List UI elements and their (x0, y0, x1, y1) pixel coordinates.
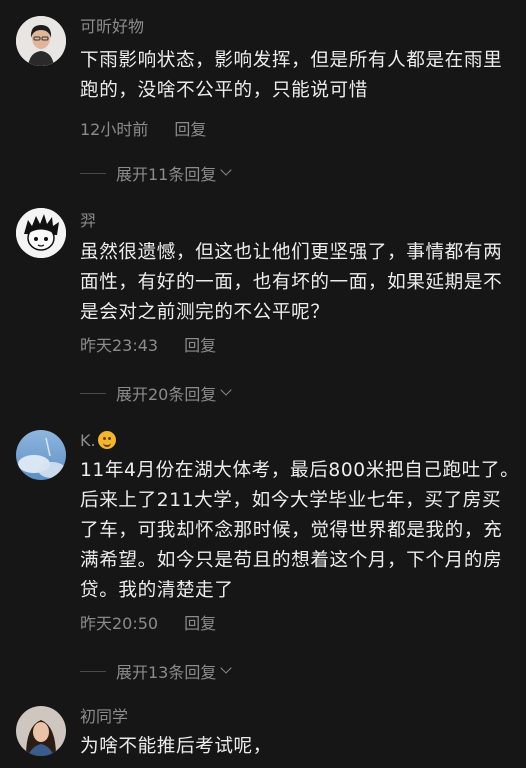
comment-time: 昨天20:50 (80, 614, 159, 633)
expand-replies-label: 展开13条回复 (116, 663, 217, 682)
avatar[interactable] (16, 706, 66, 756)
comment-meta: 昨天23:43 回复 (80, 332, 216, 356)
chevron-down-icon (220, 164, 233, 176)
comment-username-text: K. (80, 431, 96, 450)
smile-emoji-icon (97, 431, 116, 449)
expand-replies-label: 展开11条回复 (116, 165, 217, 184)
avatar[interactable] (16, 208, 66, 258)
reply-button[interactable]: 回复 (184, 614, 216, 633)
comment-time: 昨天23:43 (80, 336, 159, 355)
comment-username[interactable]: 羿 (80, 210, 96, 232)
divider-line (80, 172, 106, 174)
expand-replies-button[interactable]: 展开11条回复 (80, 162, 233, 184)
reply-button[interactable]: 回复 (174, 120, 206, 139)
divider-line (80, 392, 106, 394)
comment-meta: 12小时前 回复 (80, 116, 206, 140)
comment-text: 虽然很遗憾，但这也让他们更坚强了，事情都有两面性，有好的一面，也有坏的一面，如果… (80, 242, 503, 323)
expand-replies-button[interactable]: 展开20条回复 (80, 382, 233, 404)
comment-username[interactable]: 可昕好物 (80, 16, 144, 38)
comment-text: 为啥不能推后考试呢， (80, 736, 272, 757)
comment-meta: 昨天20:50 回复 (80, 610, 216, 634)
avatar[interactable] (16, 430, 66, 480)
avatar[interactable] (16, 16, 66, 66)
comment-text: 11年4月份在湖大体考，最后800米把自己跑吐了。后来上了211大学，如今大学毕… (80, 460, 520, 601)
reply-button[interactable]: 回复 (184, 336, 216, 355)
chevron-down-icon (220, 384, 233, 396)
comment-username[interactable]: K. (80, 430, 116, 452)
divider-line (80, 670, 106, 672)
comment-text: 下雨影响状态，影响发挥，但是所有人都是在雨里跑的，没啥不公平的，只能说可惜 (80, 50, 503, 101)
comment-time: 12小时前 (80, 120, 149, 139)
comment-username[interactable]: 初同学 (80, 706, 128, 728)
chevron-down-icon (220, 662, 233, 674)
expand-replies-button[interactable]: 展开13条回复 (80, 660, 233, 682)
expand-replies-label: 展开20条回复 (116, 385, 217, 404)
